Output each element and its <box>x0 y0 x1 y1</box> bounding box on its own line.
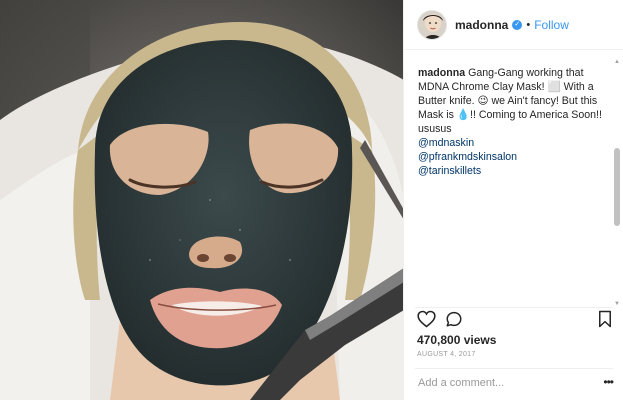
username[interactable]: madonna <box>455 18 508 32</box>
separator: • <box>526 18 531 31</box>
comment-box: Add a comment... ••• <box>415 368 614 398</box>
mention-link[interactable]: @mdnaskin <box>418 136 603 150</box>
avatar[interactable] <box>417 9 447 40</box>
scroll-down-icon[interactable]: ▼ <box>613 300 621 308</box>
heart-icon[interactable] <box>417 310 436 333</box>
more-options-icon[interactable]: ••• <box>603 375 614 389</box>
comment-icon[interactable] <box>445 310 463 333</box>
post-date[interactable]: AUGUST 4, 2017 <box>417 351 476 358</box>
caption-scrollbar[interactable]: ▲ ▼ <box>613 58 621 308</box>
caption-username[interactable]: madonna <box>418 67 465 79</box>
action-bar <box>417 310 613 330</box>
mention-link[interactable]: @pfrankmdskinsalon <box>418 150 603 164</box>
face-mask-image <box>0 0 403 400</box>
view-count[interactable]: 470,800 views <box>417 333 496 347</box>
scroll-thumb[interactable] <box>614 148 620 226</box>
caption: madonna Gang-Gang working that MDNA Chrom… <box>405 54 613 304</box>
divider <box>415 307 613 308</box>
scroll-up-icon[interactable]: ▲ <box>613 58 621 66</box>
bookmark-icon[interactable] <box>598 310 612 333</box>
post-details-panel: madonna ✓ • Follow madonna Gang-Gang work… <box>405 0 623 400</box>
avatar-image <box>418 10 446 39</box>
follow-button[interactable]: Follow <box>534 18 569 32</box>
post-header: madonna ✓ • Follow <box>405 0 623 50</box>
verified-badge-icon: ✓ <box>512 19 523 30</box>
post-video[interactable] <box>0 0 404 400</box>
comment-input[interactable]: Add a comment... <box>418 377 504 389</box>
mention-link[interactable]: @tarinskillets <box>418 164 603 178</box>
